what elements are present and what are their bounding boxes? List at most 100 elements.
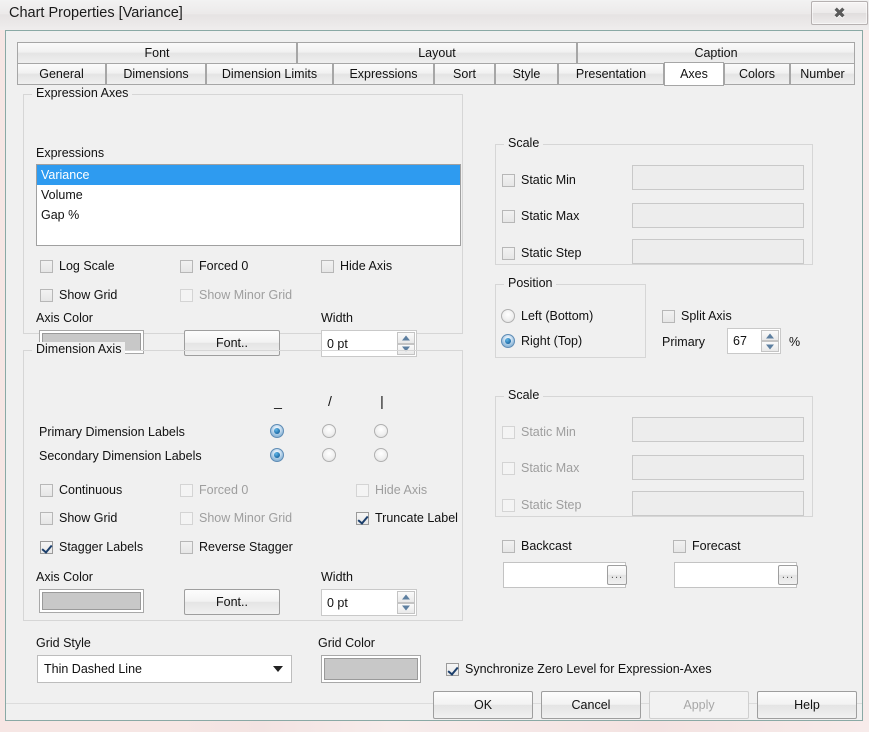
width-value: 0 pt xyxy=(327,336,348,351)
checkbox-static-step-expression[interactable]: Static Step xyxy=(502,246,581,260)
list-item[interactable]: Variance xyxy=(37,165,460,185)
checkbox-box xyxy=(321,259,334,273)
static-min-input-dimension xyxy=(632,417,804,442)
tab-font[interactable]: Font xyxy=(17,42,297,64)
checkbox-forced-0-dimension: Forced 0 xyxy=(180,483,248,497)
list-item[interactable]: Gap % xyxy=(37,205,460,225)
radio-dot xyxy=(501,334,515,348)
radio-primary-horizontal[interactable] xyxy=(270,424,290,438)
spinner-up-icon[interactable] xyxy=(761,330,779,341)
ok-button[interactable]: OK xyxy=(433,691,533,719)
radio-secondary-vertical[interactable] xyxy=(374,448,394,462)
checkbox-split-axis[interactable]: Split Axis xyxy=(662,309,732,323)
static-min-input-expression[interactable] xyxy=(632,165,804,190)
spinner-up-icon[interactable] xyxy=(397,591,415,603)
tab-dimensions[interactable]: Dimensions xyxy=(106,63,206,85)
spinner-down-icon[interactable] xyxy=(761,341,779,352)
checkbox-label: Reverse Stagger xyxy=(199,540,293,554)
checkbox-continuous[interactable]: Continuous xyxy=(40,483,122,497)
radio-left-bottom[interactable]: Left (Bottom) xyxy=(501,309,593,323)
checkbox-box xyxy=(502,461,515,475)
checkbox-box xyxy=(662,309,675,323)
checkbox-show-minor-grid-dimension: Show Minor Grid xyxy=(180,511,292,525)
checkbox-show-grid-dimension[interactable]: Show Grid xyxy=(40,511,117,525)
static-step-input-expression[interactable] xyxy=(632,239,804,264)
checkbox-label: Forced 0 xyxy=(199,259,249,273)
tab-row-bottom: General Dimensions Dimension Limits Expr… xyxy=(17,62,855,86)
checkbox-box xyxy=(673,539,686,553)
checkbox-log-scale[interactable]: Log Scale xyxy=(40,259,115,273)
checkbox-reverse-stagger[interactable]: Reverse Stagger xyxy=(180,540,293,554)
dimension-scale-legend: Scale xyxy=(504,388,544,402)
radio-dot xyxy=(322,448,336,462)
orientation-header-diagonal: / xyxy=(328,393,332,409)
tab-axes[interactable]: Axes xyxy=(664,62,724,86)
spinner-up-icon[interactable] xyxy=(397,332,415,344)
axis-color-label-expression: Axis Color xyxy=(36,311,93,325)
grid-style-value: Thin Dashed Line xyxy=(44,662,142,676)
checkbox-label: Split Axis xyxy=(681,309,732,323)
tab-expressions[interactable]: Expressions xyxy=(333,63,434,85)
checkbox-label: Hide Axis xyxy=(375,483,428,497)
checkbox-box xyxy=(502,425,515,439)
radio-secondary-diagonal[interactable] xyxy=(322,448,342,462)
checkbox-forecast[interactable]: Forecast xyxy=(673,539,741,553)
checkbox-box xyxy=(356,483,369,497)
primary-dimension-labels-label: Primary Dimension Labels xyxy=(39,425,185,439)
checkbox-label: Forecast xyxy=(692,539,741,553)
forecast-browse-button[interactable]: ... xyxy=(778,565,798,585)
checkbox-forced-0-expression[interactable]: Forced 0 xyxy=(180,259,248,273)
primary-value: 67 xyxy=(733,334,747,348)
checkbox-label: Truncate Label xyxy=(375,511,458,525)
list-item[interactable]: Volume xyxy=(37,185,460,205)
tab-style[interactable]: Style xyxy=(495,63,558,85)
radio-label: Right (Top) xyxy=(521,334,583,348)
checkbox-label: Static Max xyxy=(521,461,580,475)
static-max-input-expression[interactable] xyxy=(632,203,804,228)
radio-secondary-horizontal[interactable] xyxy=(270,448,290,462)
help-button[interactable]: Help xyxy=(757,691,857,719)
tab-number[interactable]: Number xyxy=(790,63,855,85)
tab-colors[interactable]: Colors xyxy=(724,63,790,85)
backcast-browse-button[interactable]: ... xyxy=(607,565,627,585)
radio-dot xyxy=(270,448,284,462)
checkbox-hide-axis-expression[interactable]: Hide Axis xyxy=(321,259,392,273)
tab-caption[interactable]: Caption xyxy=(577,42,855,64)
checkbox-stagger-labels[interactable]: Stagger Labels xyxy=(40,540,143,554)
checkbox-box xyxy=(502,209,515,223)
width-spinner-dimension[interactable]: 0 pt xyxy=(321,589,417,616)
checkbox-static-max-dimension: Static Max xyxy=(502,461,579,475)
radio-right-top[interactable]: Right (Top) xyxy=(501,334,582,348)
tab-layout[interactable]: Layout xyxy=(297,42,577,64)
expression-scale-legend: Scale xyxy=(504,136,544,150)
checkbox-show-grid-expression[interactable]: Show Grid xyxy=(40,288,117,302)
checkbox-static-min-expression[interactable]: Static Min xyxy=(502,173,576,187)
checkbox-backcast[interactable]: Backcast xyxy=(502,539,572,553)
expressions-listbox[interactable]: Variance Volume Gap % xyxy=(36,164,461,246)
checkbox-label: Static Step xyxy=(521,246,582,260)
radio-primary-vertical[interactable] xyxy=(374,424,394,438)
grid-style-select[interactable]: Thin Dashed Line xyxy=(37,655,292,683)
axis-color-swatch-dimension[interactable] xyxy=(39,589,144,613)
spinner-arrows xyxy=(761,330,779,352)
width-label-expression: Width xyxy=(321,311,353,325)
primary-percent-spinner[interactable]: 67 xyxy=(727,328,781,354)
tab-general[interactable]: General xyxy=(17,63,106,85)
tab-dimension-limits[interactable]: Dimension Limits xyxy=(206,63,333,85)
window-title: Chart Properties [Variance] xyxy=(9,5,183,21)
checkbox-truncate-label[interactable]: Truncate Label xyxy=(356,511,458,525)
checkbox-box xyxy=(40,259,53,273)
cancel-button[interactable]: Cancel xyxy=(541,691,641,719)
checkbox-synchronize-zero-level[interactable]: Synchronize Zero Level for Expression-Ax… xyxy=(446,662,712,676)
radio-dot xyxy=(501,309,515,323)
radio-primary-diagonal[interactable] xyxy=(322,424,342,438)
close-button[interactable]: ✖ xyxy=(811,1,868,25)
spinner-down-icon[interactable] xyxy=(397,602,415,614)
radio-dot xyxy=(270,424,284,438)
checkbox-label: Hide Axis xyxy=(340,259,393,273)
checkbox-static-max-expression[interactable]: Static Max xyxy=(502,209,579,223)
grid-color-swatch[interactable] xyxy=(321,655,421,683)
font-button-dimension[interactable]: Font.. xyxy=(184,589,280,615)
tab-sort[interactable]: Sort xyxy=(434,63,495,85)
tab-presentation[interactable]: Presentation xyxy=(558,63,664,85)
